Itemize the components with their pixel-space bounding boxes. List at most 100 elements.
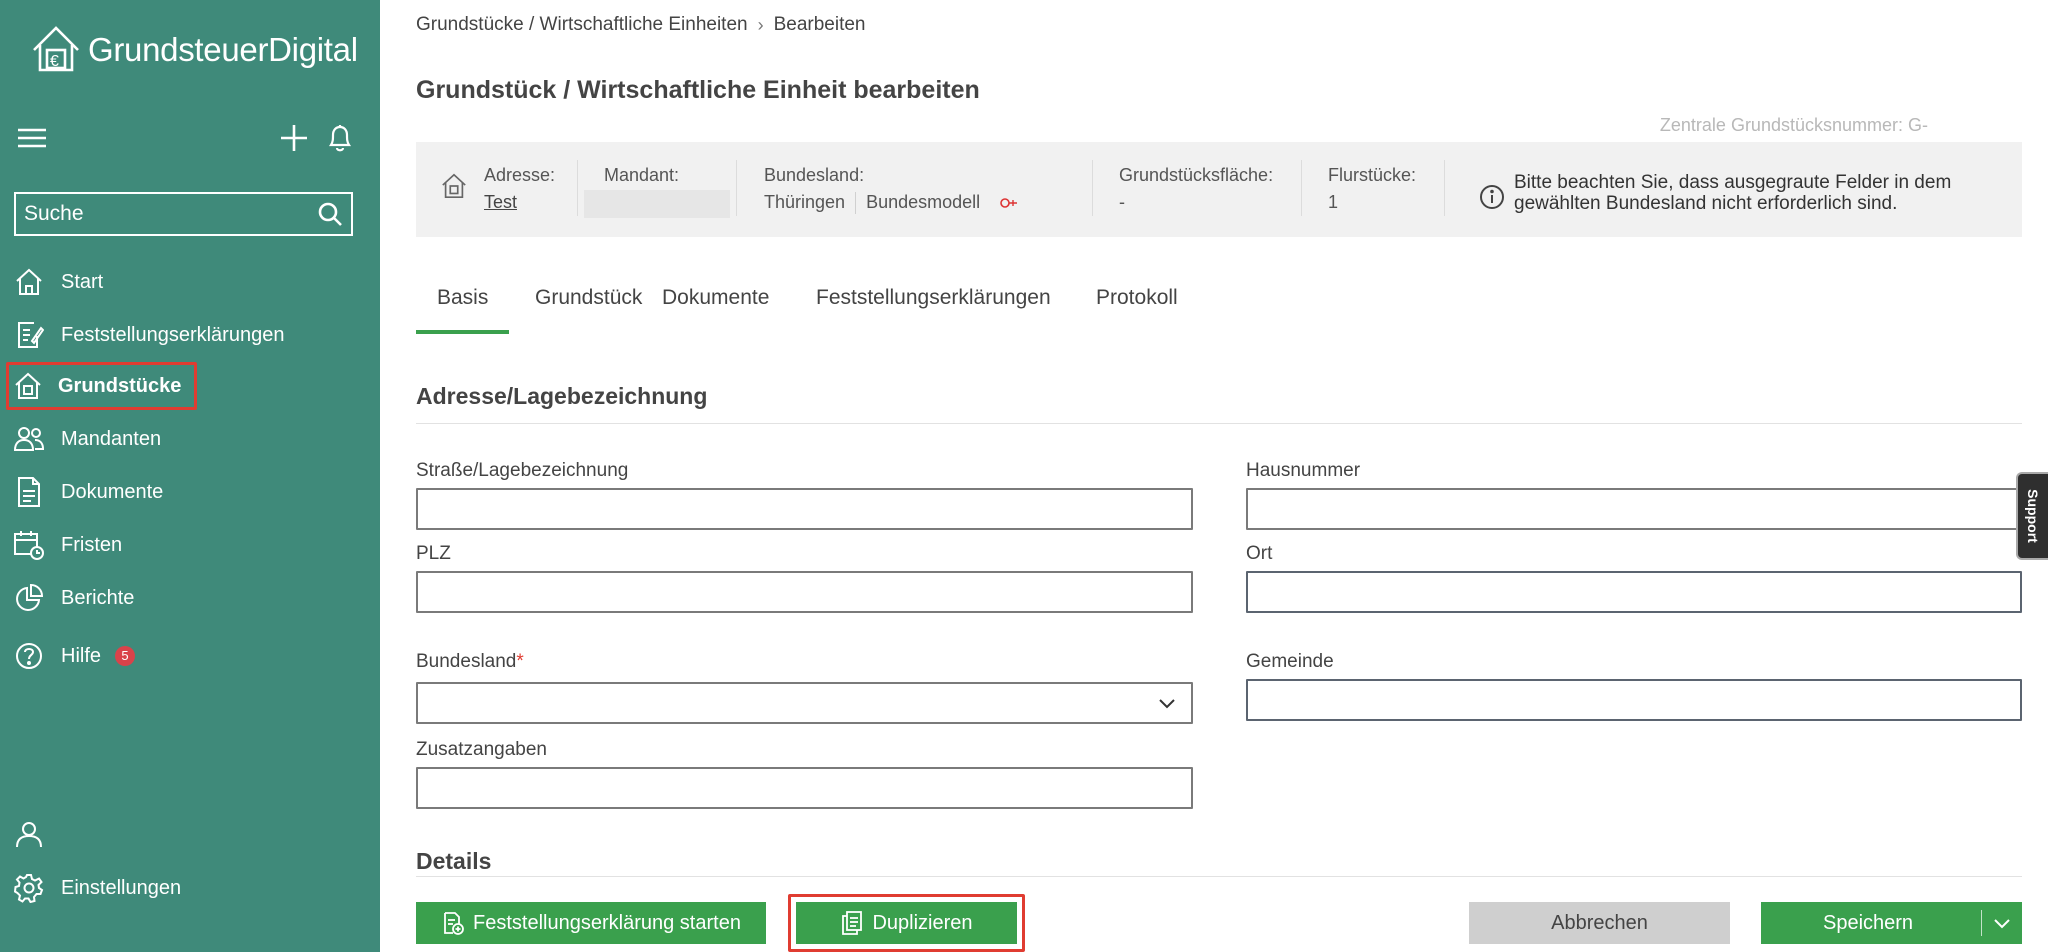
sidebar-item-label: Dokumente (61, 480, 164, 503)
document-edit-icon (12, 318, 46, 352)
divider (736, 160, 737, 216)
strasse-label: Straße/Lagebezeichnung (416, 460, 629, 481)
divider (577, 160, 578, 216)
sidebar-item-dokumente[interactable]: Dokumente (8, 468, 177, 516)
property-icon (13, 369, 43, 403)
app-logo[interactable]: € GrundsteuerDigital (28, 22, 358, 78)
required-marker: * (516, 651, 524, 672)
sidebar-item-mandanten[interactable]: Mandanten (8, 415, 175, 463)
users-icon (12, 422, 46, 456)
duplicate-button-label: Duplizieren (872, 911, 973, 934)
chevron-right-icon: › (757, 14, 764, 35)
coat-of-arms-icon (1000, 196, 1018, 210)
menu-icon[interactable] (14, 120, 50, 156)
sidebar-item-grundstuecke[interactable]: Grundstücke (6, 362, 197, 410)
gear-icon (12, 871, 46, 905)
tab-basis[interactable]: Basis (416, 270, 510, 334)
help-badge: 5 (115, 646, 136, 666)
breadcrumb-parent-link[interactable]: Grundstücke / Wirtschaftliche Einheiten (416, 14, 748, 36)
sidebar-item-label: Fristen (61, 533, 123, 556)
info-adresse: Adresse: Test (484, 162, 555, 216)
gemeinde-input[interactable] (1246, 679, 2022, 721)
divider (1301, 160, 1302, 216)
plus-icon[interactable] (276, 120, 312, 156)
section-title-adresse: Adresse/Lagebezeichnung (416, 383, 708, 409)
modell-value: Bundesmodell (866, 192, 981, 212)
mandant-label: Mandant: (604, 165, 680, 185)
sidebar-item-hilfe[interactable]: Hilfe 5 (8, 632, 149, 680)
info-notice: Bitte beachten Sie, dass ausgegraute Fel… (1514, 172, 1952, 214)
divider (1444, 160, 1445, 216)
hausnummer-label: Hausnummer (1246, 460, 1361, 481)
bundesland-label: Bundesland: (764, 165, 865, 185)
start-feststellungserklaerung-button[interactable]: Feststellungserklärung starten (416, 902, 766, 944)
search-icon[interactable] (317, 201, 343, 227)
breadcrumb-current: Bearbeiten (773, 14, 866, 35)
chevron-down-icon[interactable] (1992, 913, 2012, 933)
user-icon (12, 817, 46, 851)
flaeche-label: Grundstücksfläche: (1119, 165, 1274, 185)
tab-feststellungserklaerungen[interactable]: Feststellungserklärungen (795, 270, 1072, 334)
search-input[interactable] (24, 202, 317, 226)
main-content: Grundstücke / Wirtschaftliche Einheiten … (380, 0, 2048, 952)
document-add-icon (441, 911, 465, 935)
divider (1981, 910, 1982, 936)
divider (855, 191, 857, 214)
flaeche-value: - (1119, 192, 1125, 212)
adresse-label: Adresse: (484, 165, 556, 185)
calendar-clock-icon (12, 528, 46, 562)
chevron-down-icon (1157, 693, 1177, 718)
info-flurstuecke: Flurstücke: 1 (1328, 162, 1416, 216)
section-title-details: Details (416, 848, 492, 874)
sidebar-item-label: Feststellungserklärungen (61, 323, 285, 346)
bundesland-label: Bundesland* (416, 651, 524, 672)
copy-icon (840, 910, 864, 936)
sidebar-item-label: Start (61, 270, 104, 293)
duplicate-button[interactable]: Duplizieren (796, 902, 1017, 944)
tab-dokumente[interactable]: Dokumente (641, 270, 790, 334)
ort-input[interactable] (1246, 571, 2022, 613)
info-bundesland: Bundesland: Thüringen Bundesmodell (764, 162, 1018, 216)
tab-protokoll[interactable]: Protokoll (1075, 270, 1199, 334)
breadcrumb: Grundstücke / Wirtschaftliche Einheiten … (416, 14, 866, 36)
sidebar-item-label: Mandanten (61, 427, 162, 450)
mandant-value-field (584, 190, 730, 218)
cancel-button[interactable]: Abbrechen (1469, 902, 1730, 944)
save-button[interactable]: Speichern (1761, 902, 2022, 944)
pie-chart-icon (12, 581, 46, 615)
flurstuecke-label: Flurstücke: (1328, 165, 1417, 185)
zusatz-input[interactable] (416, 767, 1193, 809)
flurstuecke-value: 1 (1328, 192, 1339, 212)
logo-house-icon: € (28, 20, 84, 81)
sidebar-item-start[interactable]: Start (8, 258, 117, 306)
home-icon (12, 265, 46, 299)
strasse-input[interactable] (416, 488, 1193, 530)
plz-label: PLZ (416, 543, 451, 564)
info-bar: Adresse: Test Mandant: Bundesland: Thüri… (416, 142, 2022, 237)
sidebar-item-label: Hilfe (61, 644, 102, 667)
sidebar-item-label: Einstellungen (61, 876, 182, 899)
sidebar-item-berichte[interactable]: Berichte (8, 574, 148, 622)
hausnummer-input[interactable] (1246, 488, 2022, 530)
divider (416, 876, 2022, 877)
plz-input[interactable] (416, 571, 1193, 613)
sidebar-item-label: Berichte (61, 586, 135, 609)
sidebar-item-profile[interactable] (8, 810, 75, 858)
ort-label: Ort (1246, 543, 1273, 564)
info-flaeche: Grundstücksfläche: - (1119, 162, 1273, 216)
sidebar-item-label: Grundstücke (58, 374, 182, 397)
bell-icon[interactable] (322, 120, 358, 156)
sidebar-item-fristen[interactable]: Fristen (8, 521, 136, 569)
support-tab[interactable]: Support (2016, 472, 2048, 560)
sidebar-item-feststellungserklaerungen[interactable]: Feststellungserklärungen (8, 311, 298, 359)
sidebar-item-einstellungen[interactable]: Einstellungen (8, 864, 195, 912)
bundesland-select[interactable] (416, 682, 1193, 724)
sidebar: € GrundsteuerDigital Start (0, 0, 380, 952)
info-icon (1479, 184, 1505, 215)
divider (416, 423, 2022, 424)
adresse-link[interactable]: Test (484, 189, 555, 216)
save-button-label: Speichern (1823, 911, 1914, 934)
bundesland-value: Thüringen (764, 192, 846, 212)
document-icon (12, 475, 46, 509)
action-bar: Feststellungserklärung starten Duplizier… (380, 892, 2048, 952)
